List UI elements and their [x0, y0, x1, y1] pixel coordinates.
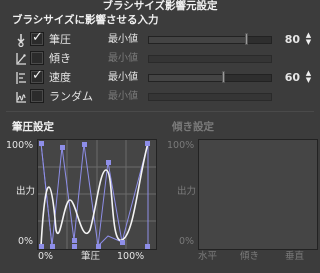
- tilt-y-mid: 出力: [177, 186, 197, 197]
- tilt-x-right: 垂直: [285, 251, 305, 262]
- velocity-icon: [14, 70, 28, 86]
- tilt-graph-title: 傾き設定: [172, 121, 214, 133]
- pressure-spinner[interactable]: ▲ ▼: [304, 32, 313, 46]
- random-min-slider: [148, 93, 272, 101]
- tilt-y-bottom: 0%: [179, 236, 195, 247]
- pressure-min-label: 最小値: [108, 34, 138, 45]
- pressure-curve-graph[interactable]: [37, 139, 157, 250]
- pressure-checkbox[interactable]: ✓: [30, 30, 44, 46]
- pressure-graph-title: 筆圧設定: [12, 121, 54, 133]
- pressure-curve-svg[interactable]: [38, 140, 156, 249]
- velocity-slider-thumb[interactable]: [222, 71, 225, 83]
- check-icon: ✓: [32, 68, 43, 83]
- tilt-y-top: 100%: [167, 140, 195, 151]
- row-velocity: ✓ 速度 最小値 60 ▲ ▼: [0, 68, 320, 88]
- velocity-checkbox[interactable]: ✓: [30, 68, 44, 84]
- pressure-y-top: 100%: [6, 140, 34, 151]
- tilt-min-label: 最小値: [108, 53, 138, 64]
- random-icon: [14, 89, 28, 105]
- section-input-title: ブラシサイズに影響させる入力: [12, 14, 159, 26]
- row-pressure: ✓ 筆圧 最小値 80 ▲ ▼: [0, 30, 320, 50]
- velocity-min-slider[interactable]: [148, 71, 272, 83]
- velocity-spinner[interactable]: ▲ ▼: [304, 70, 313, 84]
- pressure-label: 筆圧: [49, 33, 71, 46]
- velocity-min-label: 最小値: [108, 72, 138, 83]
- random-min-label: 最小値: [108, 91, 138, 102]
- pressure-x-left: 0%: [38, 251, 54, 262]
- row-random: ランダム 最小値: [0, 88, 320, 107]
- pressure-x-right: 100%: [117, 251, 145, 262]
- divider: [6, 111, 314, 112]
- spin-down-icon[interactable]: ▼: [306, 76, 311, 84]
- tilt-curve-graph: [198, 139, 318, 250]
- pressure-y-mid: 出力: [16, 186, 36, 197]
- tilt-icon: [14, 51, 28, 67]
- pressure-x-mid: 筆圧: [81, 251, 101, 262]
- velocity-slider-fill: [149, 75, 223, 81]
- tilt-checkbox[interactable]: [30, 51, 44, 65]
- pressure-slider-thumb[interactable]: [245, 33, 248, 45]
- spin-down-icon[interactable]: ▼: [306, 38, 311, 46]
- tilt-min-slider: [148, 55, 272, 63]
- pressure-y-bottom: 0%: [18, 236, 34, 247]
- check-icon: ✓: [32, 30, 43, 45]
- velocity-value[interactable]: 60: [285, 70, 300, 85]
- velocity-label: 速度: [49, 71, 71, 84]
- pen-pressure-icon: [14, 32, 28, 48]
- window-title: ブラシサイズ影響元設定: [102, 0, 218, 12]
- pressure-value[interactable]: 80: [285, 32, 300, 47]
- random-label: ランダム: [49, 90, 93, 103]
- random-checkbox[interactable]: [30, 89, 44, 103]
- row-tilt: 傾き 最小値: [0, 50, 320, 69]
- tilt-x-mid: 傾き: [240, 251, 260, 262]
- tilt-label: 傾き: [49, 52, 71, 65]
- pressure-slider-fill: [149, 37, 247, 43]
- pressure-min-slider[interactable]: [148, 33, 272, 45]
- tilt-x-left: 水平: [198, 251, 218, 262]
